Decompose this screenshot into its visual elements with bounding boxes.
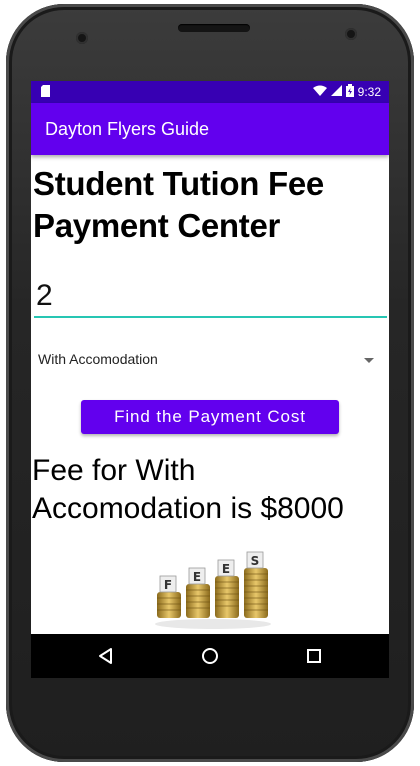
accommodation-selected-value: With Accomodation (38, 351, 158, 367)
app-bar: Dayton Flyers Guide (31, 103, 389, 155)
page-title: Student Tution Fee Payment Center (33, 165, 324, 244)
main-content: Student Tution Fee Payment Center 2 With… (31, 155, 389, 634)
accommodation-spinner[interactable]: With Accomodation (38, 351, 374, 373)
back-triangle-icon[interactable] (97, 647, 115, 665)
sd-card-icon (41, 85, 50, 100)
system-navigation-bar (31, 634, 389, 678)
letter-e1: E (193, 570, 201, 584)
find-payment-cost-button[interactable]: Find the Payment Cost (81, 400, 339, 434)
recents-square-icon[interactable] (305, 647, 323, 665)
battery-charging-icon (345, 84, 354, 100)
letter-f: F (164, 578, 172, 592)
status-bar: 9:32 (31, 81, 389, 103)
app-title: Dayton Flyers Guide (45, 119, 210, 139)
phone-screen: 9:32 Dayton Flyers Guide Student Tution … (31, 81, 389, 678)
clock-text: 9:32 (357, 85, 381, 99)
wifi-icon (312, 85, 327, 99)
status-icons: 9:32 (312, 84, 381, 100)
letter-e2: E (222, 562, 230, 576)
home-circle-icon[interactable] (201, 647, 219, 665)
fee-result-text: Fee for With Accomodation is $8000 (32, 454, 344, 525)
fees-coins-image: F E E S (155, 551, 271, 629)
quantity-input[interactable]: 2 (34, 276, 387, 318)
dropdown-arrow-icon (364, 358, 374, 363)
front-camera (76, 32, 88, 44)
signal-icon (330, 85, 342, 99)
earpiece-speaker (178, 24, 250, 32)
proximity-sensor (345, 28, 357, 40)
letter-s: S (251, 554, 260, 568)
